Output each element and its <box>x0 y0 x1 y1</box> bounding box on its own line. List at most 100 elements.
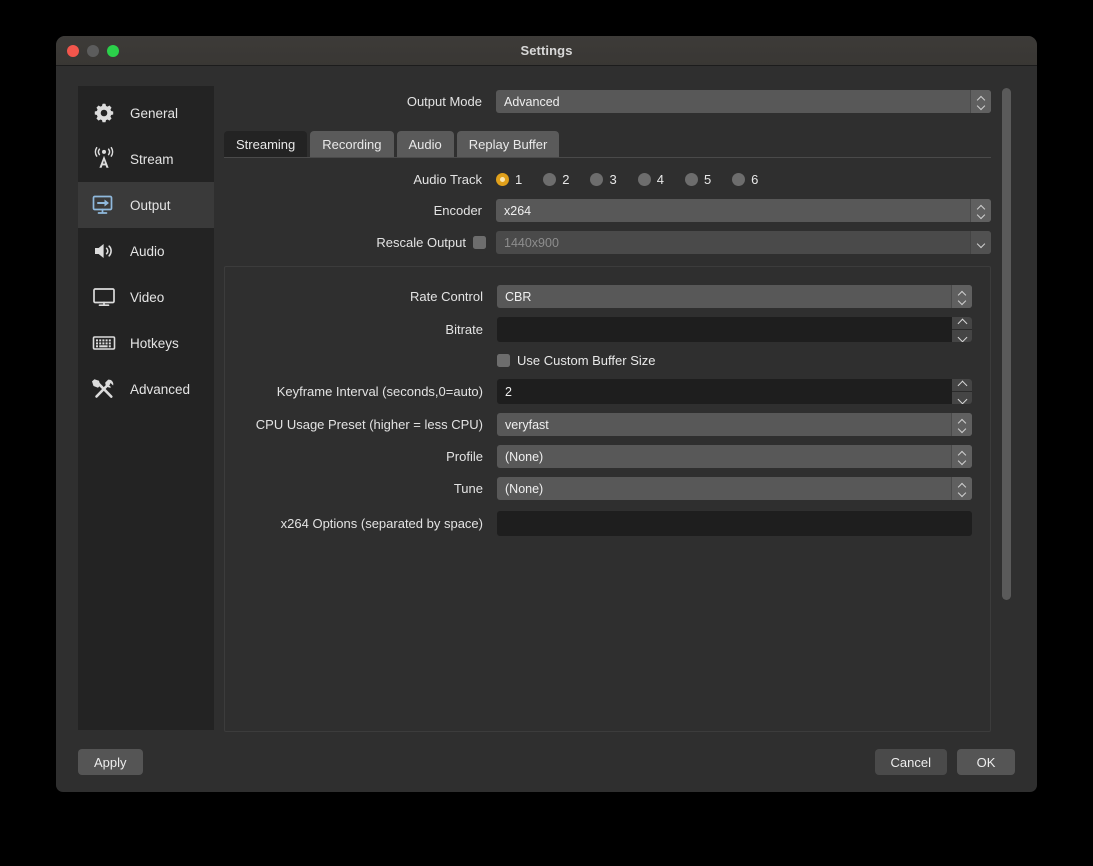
chevron-down-icon[interactable] <box>970 231 991 254</box>
bitrate-spinbox[interactable] <box>497 317 972 342</box>
tools-icon <box>90 375 118 403</box>
radio-icon[interactable] <box>637 173 651 186</box>
cancel-button[interactable]: Cancel <box>874 749 947 775</box>
radio-icon-selected[interactable] <box>496 173 509 186</box>
spin-down-icon[interactable] <box>952 330 972 342</box>
rescale-output-label: Rescale Output <box>376 235 466 250</box>
close-button-icon[interactable] <box>67 44 79 57</box>
vertical-scrollbar[interactable] <box>1002 88 1011 608</box>
rescale-output-value: 1440x900 <box>504 235 559 250</box>
sidebar-item-output[interactable]: Output <box>78 182 214 228</box>
audio-track-option-1[interactable]: 1 <box>496 172 522 187</box>
audio-track-label: Audio Track <box>413 172 482 187</box>
sidebar-item-hotkeys[interactable]: Hotkeys <box>78 320 214 366</box>
settings-window: Settings General Stream Output Audio Vid… <box>56 36 1037 792</box>
encoder-row: Encoder x264 <box>224 199 991 222</box>
audio-track-option-3[interactable]: 3 <box>590 172 617 187</box>
output-mode-combo[interactable]: Advanced <box>496 90 991 113</box>
tune-combo[interactable]: (None) <box>497 477 972 500</box>
use-custom-buffer-size-checkbox[interactable] <box>497 354 510 367</box>
chevron-updown-icon[interactable] <box>951 477 972 500</box>
use-custom-buffer-size-row: Use Custom Buffer Size <box>225 353 972 368</box>
spin-arrows-icon[interactable] <box>952 317 972 342</box>
chevron-updown-icon[interactable] <box>951 445 972 468</box>
tune-label: Tune <box>453 481 483 496</box>
sidebar-item-label: Hotkeys <box>130 335 179 351</box>
speaker-icon <box>90 237 118 265</box>
audio-track-option-label: 2 <box>562 172 570 187</box>
sidebar-item-general[interactable]: General <box>78 90 214 136</box>
scrollbar-thumb[interactable] <box>1002 88 1011 600</box>
settings-sidebar: General Stream Output Audio Video Hotkey… <box>78 86 214 730</box>
chevron-updown-icon[interactable] <box>970 90 991 113</box>
audio-track-option-2[interactable]: 2 <box>543 172 569 187</box>
radio-icon[interactable] <box>732 173 746 186</box>
tune-value: (None) <box>505 481 544 496</box>
encoder-combo[interactable]: x264 <box>496 199 991 222</box>
use-custom-buffer-size-checkbox-group[interactable]: Use Custom Buffer Size <box>497 353 655 368</box>
dialog-body: General Stream Output Audio Video Hotkey… <box>56 66 1037 732</box>
tab-streaming[interactable]: Streaming <box>224 131 308 157</box>
x264-options-label: x264 Options (separated by space) <box>280 516 483 531</box>
tune-row: Tune (None) <box>225 477 972 500</box>
apply-button-label: Apply <box>94 754 127 770</box>
cpu-usage-preset-row: CPU Usage Preset (higher = less CPU) ver… <box>225 413 972 436</box>
rate-control-combo[interactable]: CBR <box>497 285 972 308</box>
encoder-label: Encoder <box>433 203 482 218</box>
monitor-icon <box>90 283 118 311</box>
tab-audio[interactable]: Audio <box>396 131 454 157</box>
bitrate-label: Bitrate <box>445 322 483 337</box>
keyframe-interval-label: Keyframe Interval (seconds,0=auto) <box>276 384 483 399</box>
window-title: Settings <box>520 43 573 58</box>
tab-replay-buffer[interactable]: Replay Buffer <box>456 131 560 157</box>
keyframe-interval-spinbox[interactable]: 2 <box>497 379 972 404</box>
keyframe-interval-row: Keyframe Interval (seconds,0=auto) 2 <box>225 379 972 404</box>
radio-icon[interactable] <box>590 173 604 186</box>
keyboard-icon <box>90 329 118 357</box>
radio-icon[interactable] <box>543 173 557 186</box>
profile-combo[interactable]: (None) <box>497 445 972 468</box>
window-titlebar: Settings <box>56 36 1037 66</box>
monitor-arrow-icon <box>90 191 118 219</box>
sidebar-item-audio[interactable]: Audio <box>78 228 214 274</box>
x264-options-row: x264 Options (separated by space) <box>225 511 972 536</box>
cancel-button-label: Cancel <box>890 754 931 770</box>
spin-up-icon[interactable] <box>952 379 972 392</box>
ok-button-label: OK <box>976 754 996 770</box>
cpu-usage-preset-value: veryfast <box>505 417 549 432</box>
minimize-button-icon[interactable] <box>87 44 99 57</box>
encoder-settings-group: Rate Control CBR Bitrate Use Custom Buff… <box>224 266 991 732</box>
chevron-updown-icon[interactable] <box>970 199 991 222</box>
radio-icon[interactable] <box>684 173 698 186</box>
spin-arrows-icon[interactable] <box>952 379 972 404</box>
profile-row: Profile (None) <box>225 445 972 468</box>
tab-label: Audio <box>408 136 442 152</box>
cpu-usage-preset-label: CPU Usage Preset (higher = less CPU) <box>255 417 483 432</box>
cpu-usage-preset-combo[interactable]: veryfast <box>497 413 972 436</box>
audio-track-option-5[interactable]: 5 <box>684 172 712 187</box>
audio-track-option-4[interactable]: 4 <box>637 172 664 187</box>
broadcast-icon <box>90 145 118 173</box>
rescale-output-checkbox[interactable] <box>473 236 486 249</box>
sidebar-item-stream[interactable]: Stream <box>78 136 214 182</box>
streaming-top-form: Audio Track 1 2 3 4 5 6 Encoder x264 Res… <box>224 158 1015 266</box>
chevron-updown-icon[interactable] <box>951 413 972 436</box>
audio-track-option-label: 5 <box>703 172 712 187</box>
spin-up-icon[interactable] <box>952 317 972 330</box>
output-mode-label: Output Mode <box>406 94 482 109</box>
rescale-output-combo[interactable]: 1440x900 <box>496 231 991 254</box>
ok-button[interactable]: OK <box>957 749 1015 775</box>
sidebar-item-video[interactable]: Video <box>78 274 214 320</box>
zoom-button-icon[interactable] <box>107 44 119 57</box>
output-mode-value: Advanced <box>504 94 560 109</box>
sidebar-item-label: Advanced <box>130 381 191 397</box>
spin-down-icon[interactable] <box>952 392 972 404</box>
x264-options-input[interactable] <box>497 511 972 536</box>
sidebar-item-advanced[interactable]: Advanced <box>78 366 214 412</box>
chevron-updown-icon[interactable] <box>951 285 972 308</box>
apply-button[interactable]: Apply <box>78 749 143 775</box>
audio-track-option-6[interactable]: 6 <box>732 172 758 187</box>
tab-recording[interactable]: Recording <box>310 131 394 157</box>
profile-label: Profile <box>446 449 483 464</box>
sidebar-item-label: Stream <box>130 151 174 167</box>
